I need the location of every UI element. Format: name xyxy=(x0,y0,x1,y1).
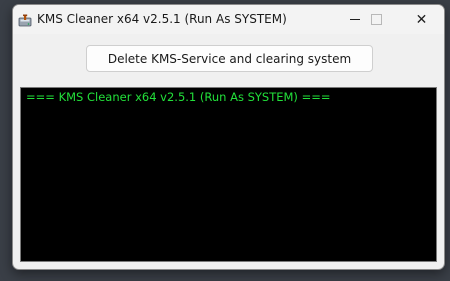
close-button[interactable]: ✕ xyxy=(399,5,444,34)
close-icon: ✕ xyxy=(415,11,428,28)
maximize-icon xyxy=(371,14,382,25)
app-window: KMS Cleaner x64 v2.5.1 (Run As SYSTEM) ✕… xyxy=(12,4,445,270)
window-title: KMS Cleaner x64 v2.5.1 (Run As SYSTEM) xyxy=(37,12,287,26)
delete-kms-service-button[interactable]: Delete KMS-Service and clearing system xyxy=(86,45,373,72)
console-output[interactable]: === KMS Cleaner x64 v2.5.1 (Run As SYSTE… xyxy=(20,87,437,262)
disk-cleaner-icon xyxy=(18,13,32,27)
console-line: === KMS Cleaner x64 v2.5.1 (Run As SYSTE… xyxy=(26,90,331,104)
maximize-button xyxy=(354,5,399,34)
title-bar[interactable]: KMS Cleaner x64 v2.5.1 (Run As SYSTEM) ✕ xyxy=(13,5,444,34)
